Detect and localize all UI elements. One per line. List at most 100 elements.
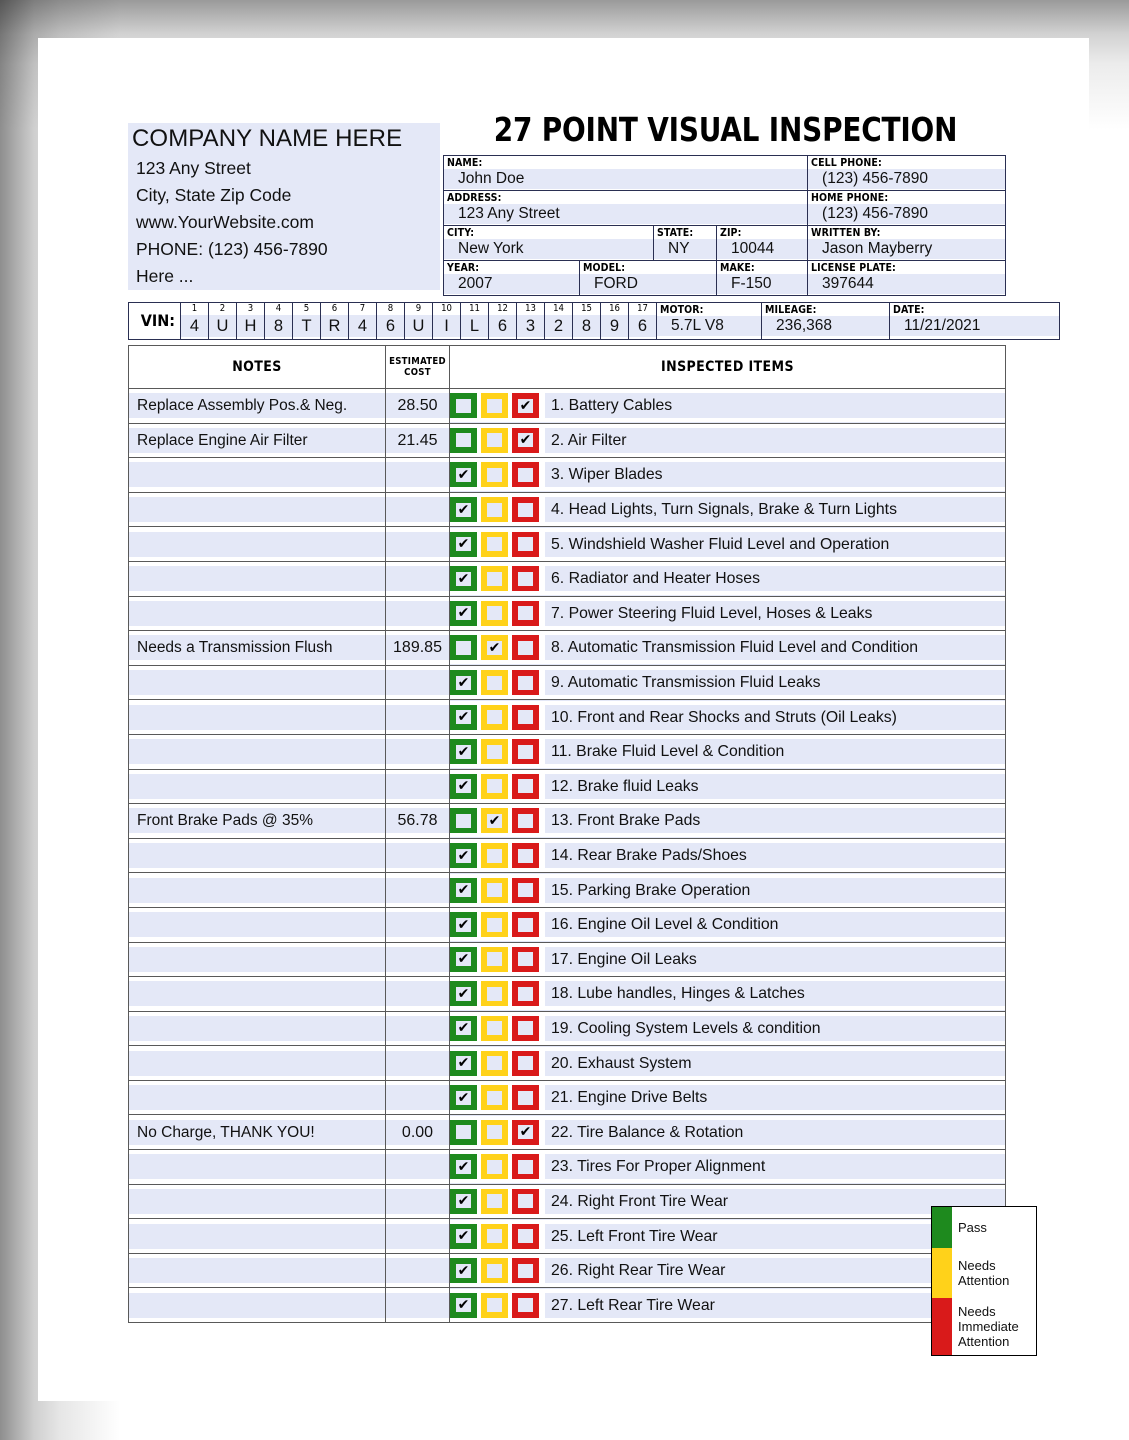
- cost-cell-row-7[interactable]: [386, 596, 450, 631]
- checkbox-yellow-row-15[interactable]: [481, 878, 508, 903]
- checkbox-green-row-11[interactable]: ✔: [450, 739, 477, 764]
- cost-cell-row-15[interactable]: [386, 873, 450, 908]
- checkbox-red-row-17[interactable]: [512, 947, 539, 972]
- checkbox-green-row-4[interactable]: ✔: [450, 497, 477, 522]
- checkbox-red-row-23[interactable]: [512, 1154, 539, 1179]
- checkbox-yellow-row-16[interactable]: [481, 912, 508, 937]
- checkbox-yellow-row-27[interactable]: [481, 1293, 508, 1318]
- checkbox-green-row-3[interactable]: ✔: [450, 462, 477, 487]
- checkbox-yellow-row-22[interactable]: [481, 1120, 508, 1145]
- vin-motor-cell[interactable]: MOTOR:5.7L V8: [657, 303, 762, 340]
- checkbox-yellow-row-3[interactable]: [481, 462, 508, 487]
- notes-cell-row-11[interactable]: [129, 734, 386, 769]
- cell-state[interactable]: STATE: NY: [654, 226, 717, 261]
- notes-cell-row-19[interactable]: [129, 1011, 386, 1046]
- cell-model[interactable]: MODEL: FORD: [580, 261, 717, 296]
- vin-mileage-cell[interactable]: MILEAGE:236,368: [762, 303, 890, 340]
- notes-cell-row-5[interactable]: [129, 527, 386, 562]
- cost-cell-row-20[interactable]: [386, 1046, 450, 1081]
- checkbox-green-row-22[interactable]: [450, 1120, 477, 1145]
- cost-cell-row-13[interactable]: 56.78: [386, 804, 450, 839]
- notes-cell-row-10[interactable]: [129, 700, 386, 735]
- cost-cell-row-26[interactable]: [386, 1253, 450, 1288]
- cell-year[interactable]: YEAR: 2007: [444, 261, 580, 296]
- notes-cell-row-3[interactable]: [129, 458, 386, 493]
- checkbox-red-row-10[interactable]: [512, 705, 539, 730]
- checkbox-green-row-21[interactable]: ✔: [450, 1085, 477, 1110]
- checkbox-red-row-4[interactable]: [512, 497, 539, 522]
- checkbox-red-row-3[interactable]: [512, 462, 539, 487]
- notes-cell-row-8[interactable]: Needs a Transmission Flush: [129, 631, 386, 666]
- checkbox-green-row-2[interactable]: [450, 428, 477, 453]
- notes-cell-row-15[interactable]: [129, 873, 386, 908]
- cost-cell-row-23[interactable]: [386, 1150, 450, 1185]
- checkbox-red-row-25[interactable]: [512, 1224, 539, 1249]
- checkbox-yellow-row-8[interactable]: ✔: [481, 635, 508, 660]
- notes-cell-row-4[interactable]: [129, 492, 386, 527]
- vin-date-cell[interactable]: DATE:11/21/2021: [890, 303, 1060, 340]
- checkbox-yellow-row-18[interactable]: [481, 981, 508, 1006]
- checkbox-yellow-row-23[interactable]: [481, 1154, 508, 1179]
- vin-char-cell-5[interactable]: 5T: [293, 303, 321, 340]
- cell-name[interactable]: NAME: John Doe: [444, 156, 808, 191]
- checkbox-yellow-row-14[interactable]: [481, 843, 508, 868]
- checkbox-red-row-12[interactable]: [512, 774, 539, 799]
- checkbox-green-row-26[interactable]: ✔: [450, 1258, 477, 1283]
- checkbox-red-row-21[interactable]: [512, 1085, 539, 1110]
- vin-char-cell-6[interactable]: 6R: [321, 303, 349, 340]
- checkbox-yellow-row-5[interactable]: [481, 532, 508, 557]
- notes-cell-row-17[interactable]: [129, 942, 386, 977]
- vin-char-cell-12[interactable]: 126: [489, 303, 517, 340]
- checkbox-yellow-row-11[interactable]: [481, 739, 508, 764]
- checkbox-yellow-row-12[interactable]: [481, 774, 508, 799]
- cell-home-phone[interactable]: HOME PHONE: (123) 456-7890: [808, 191, 1006, 226]
- checkbox-red-row-5[interactable]: [512, 532, 539, 557]
- notes-cell-row-26[interactable]: [129, 1253, 386, 1288]
- cost-cell-row-3[interactable]: [386, 458, 450, 493]
- vin-char-cell-7[interactable]: 74: [349, 303, 377, 340]
- cost-cell-row-19[interactable]: [386, 1011, 450, 1046]
- notes-cell-row-2[interactable]: Replace Engine Air Filter: [129, 423, 386, 458]
- notes-cell-row-9[interactable]: [129, 665, 386, 700]
- checkbox-green-row-24[interactable]: ✔: [450, 1189, 477, 1214]
- checkbox-red-row-9[interactable]: [512, 670, 539, 695]
- checkbox-green-row-6[interactable]: ✔: [450, 566, 477, 591]
- checkbox-green-row-10[interactable]: ✔: [450, 705, 477, 730]
- checkbox-yellow-row-2[interactable]: [481, 428, 508, 453]
- notes-cell-row-12[interactable]: [129, 769, 386, 804]
- vin-char-cell-10[interactable]: 10I: [433, 303, 461, 340]
- checkbox-red-row-8[interactable]: [512, 635, 539, 660]
- notes-cell-row-7[interactable]: [129, 596, 386, 631]
- notes-cell-row-13[interactable]: Front Brake Pads @ 35%: [129, 804, 386, 839]
- checkbox-red-row-2[interactable]: ✔: [512, 428, 539, 453]
- checkbox-green-row-9[interactable]: ✔: [450, 670, 477, 695]
- notes-cell-row-24[interactable]: [129, 1184, 386, 1219]
- cost-cell-row-12[interactable]: [386, 769, 450, 804]
- checkbox-green-row-13[interactable]: [450, 808, 477, 833]
- checkbox-yellow-row-6[interactable]: [481, 566, 508, 591]
- checkbox-yellow-row-25[interactable]: [481, 1224, 508, 1249]
- vin-char-cell-3[interactable]: 3H: [237, 303, 265, 340]
- checkbox-yellow-row-19[interactable]: [481, 1016, 508, 1041]
- cost-cell-row-9[interactable]: [386, 665, 450, 700]
- vin-char-cell-17[interactable]: 176: [629, 303, 657, 340]
- cost-cell-row-25[interactable]: [386, 1219, 450, 1254]
- checkbox-green-row-16[interactable]: ✔: [450, 912, 477, 937]
- checkbox-red-row-20[interactable]: [512, 1051, 539, 1076]
- cost-cell-row-27[interactable]: [386, 1288, 450, 1323]
- notes-cell-row-6[interactable]: [129, 561, 386, 596]
- notes-cell-row-22[interactable]: No Charge, THANK YOU!: [129, 1115, 386, 1150]
- checkbox-red-row-13[interactable]: [512, 808, 539, 833]
- checkbox-red-row-24[interactable]: [512, 1189, 539, 1214]
- checkbox-red-row-6[interactable]: [512, 566, 539, 591]
- cost-cell-row-16[interactable]: [386, 907, 450, 942]
- cell-written-by[interactable]: WRITTEN BY: Jason Mayberry: [808, 226, 1006, 261]
- cost-cell-row-4[interactable]: [386, 492, 450, 527]
- cost-cell-row-17[interactable]: [386, 942, 450, 977]
- cost-cell-row-18[interactable]: [386, 977, 450, 1012]
- checkbox-yellow-row-1[interactable]: [481, 393, 508, 418]
- cell-license-plate[interactable]: LICENSE PLATE: 397644: [808, 261, 1006, 296]
- checkbox-red-row-14[interactable]: [512, 843, 539, 868]
- checkbox-yellow-row-10[interactable]: [481, 705, 508, 730]
- cell-make[interactable]: MAKE: F-150: [717, 261, 808, 296]
